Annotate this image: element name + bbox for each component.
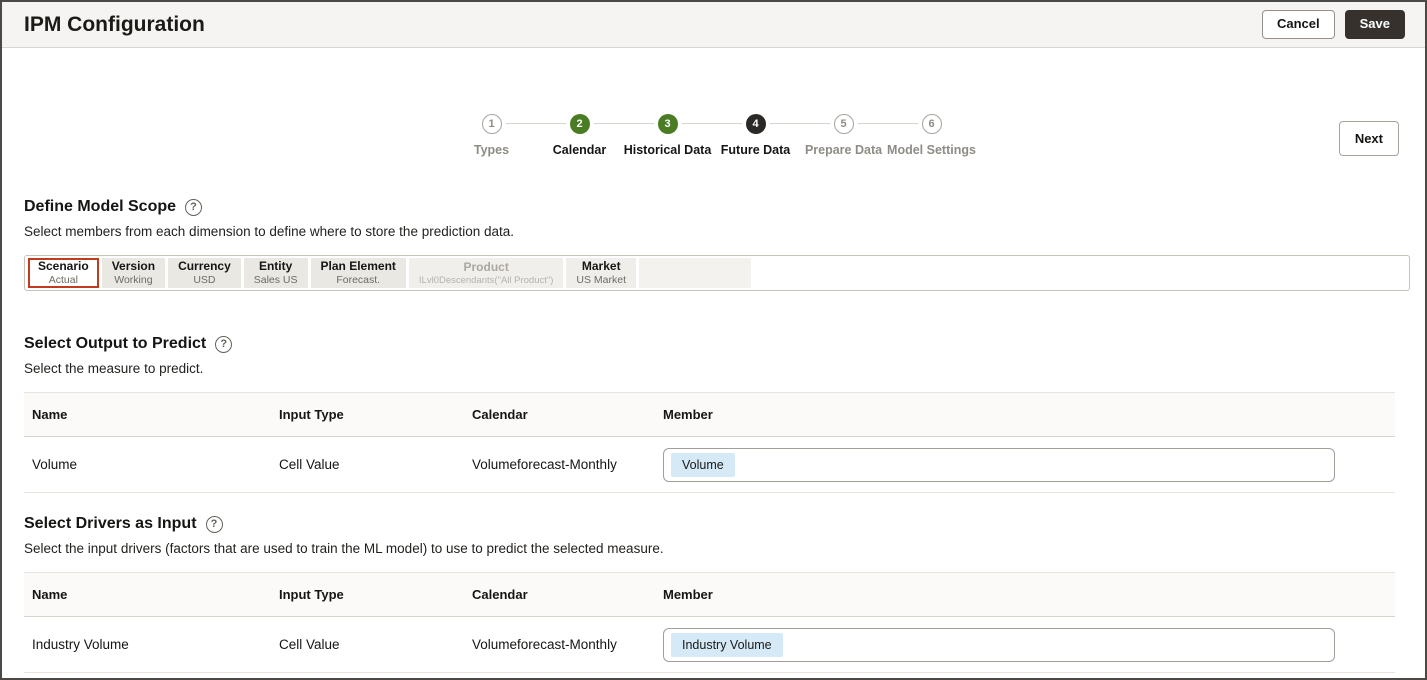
step-model-settings-label: Model Settings: [887, 143, 976, 157]
step-types-label: Types: [473, 143, 510, 157]
cell-name: Volume: [32, 457, 78, 472]
member-field[interactable]: Industry Volume: [663, 627, 1335, 662]
column-header-member: Member: [663, 407, 713, 422]
ipm-configuration-window: IPM Configuration Cancel Save 1 Types 2 …: [0, 0, 1427, 680]
step-types-circle: 1: [481, 114, 502, 134]
select-output-head: Select Output to Predict ?: [24, 335, 1403, 353]
select-drivers-head: Select Drivers as Input ?: [24, 515, 1403, 533]
page-title: IPM Configuration: [24, 12, 205, 36]
cell-calendar: Volumeforecast-Monthly: [472, 637, 617, 652]
define-model-scope-title: Define Model Scope: [24, 198, 177, 215]
dimension-tile-product: Product ILvl0Descendants("All Product"): [408, 258, 564, 288]
dimension-tile-scenario[interactable]: Scenario Actual: [28, 258, 99, 288]
define-model-scope-head: Define Model Scope ?: [24, 198, 1403, 216]
table-row: Volume Cell Value Volumeforecast-Monthly…: [24, 437, 1395, 493]
step-calendar-label: Calendar: [552, 143, 607, 157]
dimension-tile-empty: [639, 258, 752, 288]
step-prepare-data-circle: 5: [833, 114, 854, 134]
cell-member: Industry Volume: [655, 627, 1395, 662]
dimension-value: Working: [114, 273, 153, 286]
cell-member: Volume: [655, 447, 1395, 482]
dimension-name: Market: [581, 258, 621, 273]
dimension-name: Scenario: [38, 258, 89, 273]
dimension-tile-market[interactable]: Market US Market: [566, 258, 637, 288]
dimension-name: Plan Element: [320, 258, 396, 273]
dimension-tile-entity[interactable]: Entity Sales US: [243, 258, 308, 288]
dimension-name: Entity: [258, 258, 293, 273]
column-header-input-type: Input Type: [279, 587, 344, 602]
cell-calendar: Volumeforecast-Monthly: [472, 457, 617, 472]
step-future-data-circle[interactable]: 4: [745, 114, 766, 134]
column-header-name: Name: [32, 587, 68, 602]
step-calendar[interactable]: 2 Calendar: [505, 114, 624, 157]
column-header-member: Member: [663, 587, 713, 602]
step-prepare-data-label: Prepare Data: [804, 143, 883, 157]
dimension-tile-version[interactable]: Version Working: [101, 258, 166, 288]
cell-input-type: Cell Value: [279, 457, 340, 472]
dimension-name: Version: [111, 258, 156, 273]
table-row: Industry Volume Cell Value Volumeforecas…: [24, 617, 1395, 673]
step-calendar-circle[interactable]: 2: [569, 114, 590, 134]
dimension-tile-currency[interactable]: Currency USD: [168, 258, 241, 288]
select-output-description: Select the measure to predict.: [24, 361, 204, 376]
drivers-table-header: Name Input Type Calendar Member: [24, 572, 1395, 617]
dimension-value: ILvl0Descendants("All Product"): [418, 274, 554, 286]
next-button[interactable]: Next: [1338, 121, 1399, 156]
define-model-scope-section: Define Model Scope ? Select members from…: [24, 198, 1410, 291]
select-drivers-title: Select Drivers as Input: [24, 515, 197, 532]
dimension-value: USD: [193, 273, 216, 286]
select-output-title: Select Output to Predict: [24, 335, 207, 352]
select-drivers-section: Select Drivers as Input ? Select the inp…: [24, 515, 1403, 673]
help-icon[interactable]: ?: [185, 198, 203, 216]
step-model-settings: 6 Model Settings: [857, 114, 976, 157]
dimension-name: Product: [463, 259, 509, 274]
column-header-input-type: Input Type: [279, 407, 344, 422]
define-model-scope-description: Select members from each dimension to de…: [24, 224, 515, 239]
drivers-table: Name Input Type Calendar Member Industry…: [24, 572, 1395, 673]
select-output-section: Select Output to Predict ? Select the me…: [24, 335, 1403, 493]
dimension-tile-plan-element[interactable]: Plan Element Forecast.: [310, 258, 406, 288]
output-table-header: Name Input Type Calendar Member: [24, 392, 1395, 437]
help-icon[interactable]: ?: [205, 515, 223, 533]
dimension-value: Sales US: [253, 273, 298, 286]
cell-name: Industry Volume: [32, 637, 129, 652]
step-historical-data[interactable]: 3 Historical Data: [593, 114, 712, 157]
dimension-value: US Market: [576, 273, 627, 286]
select-drivers-description: Select the input drivers (factors that a…: [24, 541, 664, 556]
wizard-stepper-row: 1 Types 2 Calendar 3 Historical Data 4 F…: [24, 104, 1399, 168]
step-model-settings-circle: 6: [921, 114, 942, 134]
dimension-value: Forecast.: [336, 273, 381, 286]
member-chip[interactable]: Industry Volume: [671, 632, 783, 657]
page-header: IPM Configuration Cancel Save: [2, 2, 1425, 48]
member-field[interactable]: Volume: [663, 447, 1335, 482]
output-table: Name Input Type Calendar Member Volume C…: [24, 392, 1395, 493]
column-header-calendar: Calendar: [472, 587, 528, 602]
step-historical-data-circle[interactable]: 3: [657, 114, 678, 134]
dimension-name: Currency: [178, 258, 231, 273]
help-icon[interactable]: ?: [215, 335, 233, 353]
column-header-name: Name: [32, 407, 68, 422]
step-types: 1 Types: [448, 114, 536, 157]
member-chip[interactable]: Volume: [671, 452, 735, 477]
dimension-bar: Scenario Actual Version Working Currency…: [24, 255, 1410, 291]
cell-input-type: Cell Value: [279, 637, 340, 652]
step-future-data[interactable]: 4 Future Data: [681, 114, 800, 157]
column-header-calendar: Calendar: [472, 407, 528, 422]
step-future-data-label: Future Data: [720, 143, 791, 157]
step-prepare-data: 5 Prepare Data: [769, 114, 888, 157]
dimension-value: Actual: [48, 273, 78, 286]
header-actions: Cancel Save: [1261, 10, 1405, 39]
step-historical-data-label: Historical Data: [623, 143, 712, 157]
save-button[interactable]: Save: [1344, 10, 1405, 39]
wizard-stepper: 1 Types 2 Calendar 3 Historical Data 4 F…: [24, 114, 1399, 157]
cancel-button[interactable]: Cancel: [1261, 10, 1335, 39]
